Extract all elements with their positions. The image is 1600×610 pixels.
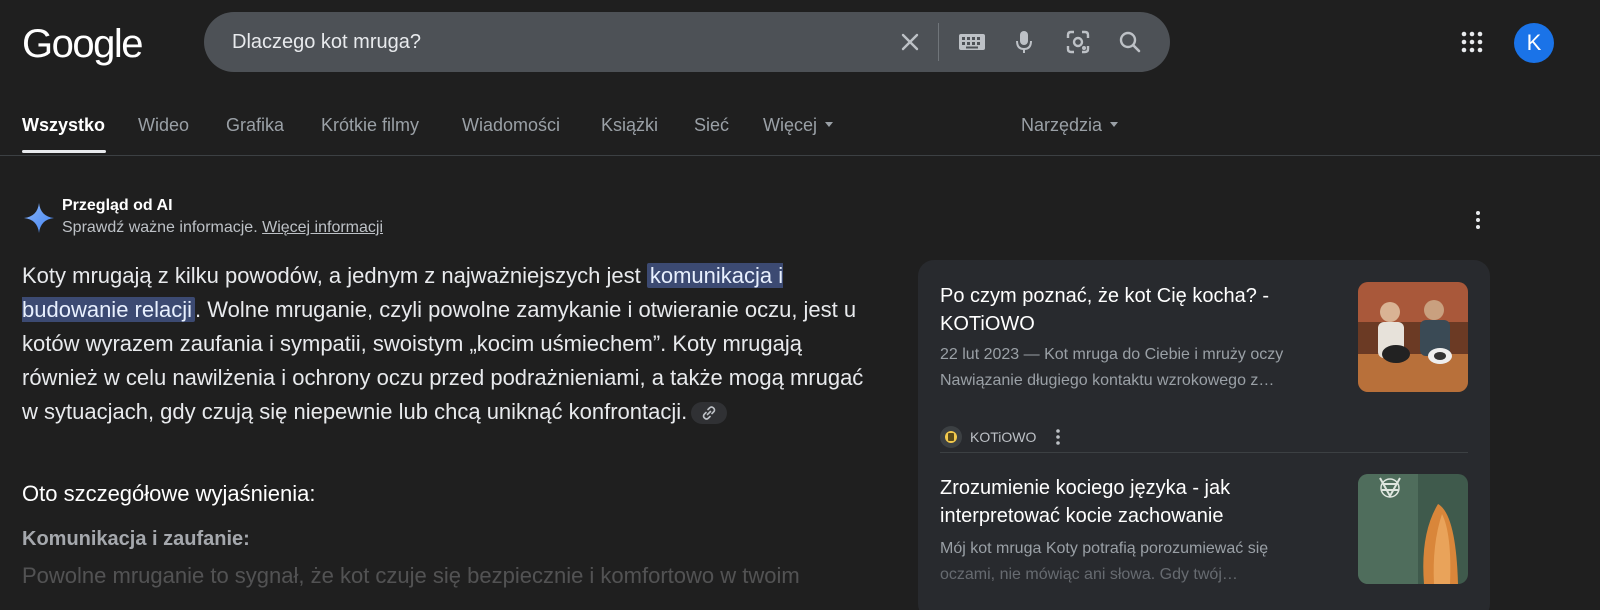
source-card[interactable]: Zrozumienie kociego języka - jak interpr… [940,474,1468,604]
ai-overview-note: Sprawdź ważne informacje. [62,219,258,236]
google-logo[interactable]: Google [22,22,143,67]
source-link-chip[interactable] [691,402,728,425]
source-card[interactable]: Po czym poznać, że kot Cię kocha? - KOTi… [940,282,1468,448]
search-bar[interactable]: Dlaczego kot mruga? [204,12,1170,72]
source-card-title[interactable]: Zrozumienie kociego języka - jak interpr… [940,474,1330,530]
source-divider [940,452,1468,453]
source-card-title[interactable]: Po czym poznać, że kot Cię kocha? - KOTi… [940,282,1330,338]
clear-search-icon[interactable] [894,26,926,58]
source-site[interactable]: KOTiOWO [940,426,1064,448]
source-card-snippet: Nawiązanie długiego kontaktu wzrokowego … [940,372,1275,389]
source-card-snippet: oczami, nie mówiąc ani słowa. Gdy twój… [940,566,1238,583]
source-thumbnail[interactable] [1358,474,1468,584]
apps-grid-icon[interactable] [1460,30,1484,54]
tab-web[interactable]: Sieć [694,115,729,136]
chevron-down-icon [825,121,834,127]
details-subheading: Komunikacja i zaufanie: [22,528,250,550]
tab-more[interactable]: Więcej [763,115,834,136]
chevron-down-icon [1110,121,1119,127]
search-tabs: Wszystko Wideo Grafika Krótkie filmy Wia… [0,96,1600,156]
tab-video[interactable]: Wideo [138,115,189,136]
ai-overview-title: Przegląd od AI [62,197,173,214]
link-icon [702,406,716,420]
tools-button[interactable]: Narzędzia [1021,115,1119,136]
active-tab-indicator [22,150,106,153]
tab-images[interactable]: Grafika [226,115,284,136]
source-thumbnail[interactable] [1358,282,1468,392]
ai-overview-answer: Koty mrugają z kilku powodów, a jednym z… [22,259,872,429]
ai-overview-subtitle: Sprawdź ważne informacje. Więcej informa… [62,219,383,237]
tab-all[interactable]: Wszystko [22,115,105,136]
source-card-snippet: Mój kot mruga Koty potrafią porozumiewać… [940,540,1269,557]
microphone-icon[interactable] [1008,26,1040,58]
tab-books[interactable]: Książki [601,115,658,136]
tab-news[interactable]: Wiadomości [462,115,560,136]
search-icon[interactable] [1114,26,1146,58]
site-favicon [940,426,962,448]
ai-sparkle-icon [23,202,55,234]
search-input[interactable]: Dlaczego kot mruga? [232,31,421,54]
more-options-icon[interactable] [1468,208,1488,232]
tab-more-label: Więcej [763,115,818,135]
tools-label: Narzędzia [1021,115,1103,135]
keyboard-icon[interactable] [956,26,988,58]
source-more-options-icon[interactable] [1052,427,1064,447]
account-avatar[interactable]: K [1514,23,1554,63]
details-faded-text: Powolne mruganie to sygnał, że kot czuje… [22,563,800,588]
source-card-snippet: 22 lut 2023 — Kot mruga do Ciebie i mruż… [940,346,1284,363]
tab-short-videos[interactable]: Krótkie filmy [321,115,419,136]
details-heading: Oto szczegółowe wyjaśnienia: [22,481,316,506]
source-site-name: KOTiOWO [970,429,1037,445]
more-info-link[interactable]: Więcej informacji [262,219,383,236]
sources-panel: Po czym poznać, że kot Cię kocha? - KOTi… [918,260,1490,610]
answer-intro: Koty mrugają z kilku powodów, a jednym z… [22,263,647,288]
google-lens-icon[interactable] [1062,26,1094,58]
search-divider [938,23,939,61]
